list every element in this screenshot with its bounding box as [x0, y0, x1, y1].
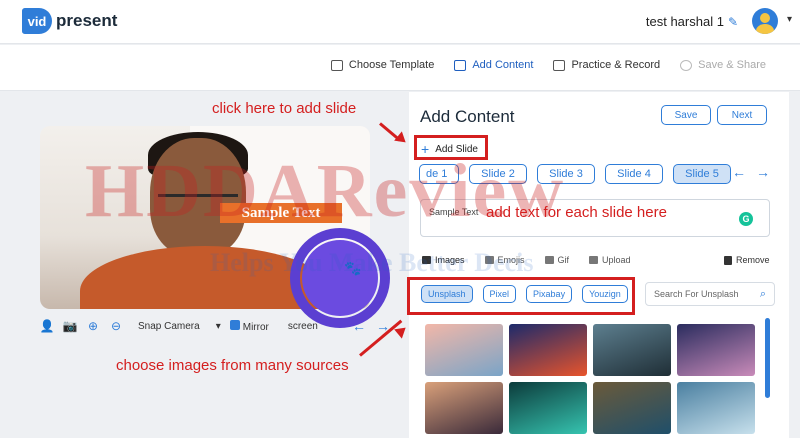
media-tab-gif[interactable]: Gif — [544, 255, 570, 265]
image-thumbnail[interactable] — [677, 382, 755, 434]
remove-label: Remove — [736, 255, 770, 265]
logo-text: present — [56, 11, 118, 30]
step-1[interactable]: Choose Template — [330, 59, 435, 71]
top-bar: vid present test harshal 1 ✎ ▾ — [0, 0, 800, 44]
search-icon[interactable]: ⌕ — [760, 288, 766, 301]
step-label: Practice & Record — [571, 59, 661, 71]
image-thumbnail[interactable] — [593, 324, 671, 376]
grammarly-icon[interactable]: G — [739, 212, 753, 226]
arrow-right-icon[interactable]: → — [756, 164, 770, 180]
step-icon — [680, 59, 693, 71]
logo-mark: vid — [22, 8, 52, 34]
user-icon[interactable]: 👤 — [40, 319, 55, 333]
step-label: Choose Template — [348, 59, 435, 71]
scrollbar[interactable] — [765, 318, 770, 398]
camera-icon[interactable]: 📷 — [63, 319, 78, 333]
trash-icon — [724, 255, 732, 265]
annotation-add-slide: click here to add slide — [212, 100, 357, 117]
save-button[interactable]: Save — [661, 105, 711, 125]
steps-bar: Choose Template Add Content Practice & Rec… — [0, 45, 800, 91]
image-thumbnail[interactable] — [509, 382, 587, 434]
image-thumbnail[interactable] — [677, 324, 755, 376]
steps-nav: Choose Template Add Content Practice & Rec… — [330, 59, 766, 71]
arrow-left-icon[interactable]: ← — [352, 318, 366, 334]
user-menu[interactable]: test harshal 1 ✎ — [646, 14, 738, 29]
step-label: Add Content — [472, 59, 534, 71]
mirror-label: Mirror — [242, 321, 269, 333]
mirror-toggle[interactable]: Mirror — [229, 319, 269, 333]
step-2[interactable]: Add Content — [454, 59, 533, 71]
annotation-add-text: add text for each slide here — [486, 204, 667, 221]
image-grid — [425, 324, 761, 434]
media-tab-label: Upload — [602, 255, 631, 265]
zoom-out-icon[interactable]: ⊖ — [109, 319, 123, 333]
camera-source-value: Snap Camera — [138, 320, 200, 332]
watermark: HDDAReview — [85, 149, 566, 233]
remove-button[interactable]: Remove — [724, 255, 770, 265]
watermark-subtitle: Helps You Make Better Decis — [210, 248, 534, 277]
chevron-down-icon: ▾ — [215, 320, 221, 332]
media-tab-upload[interactable]: Upload — [589, 255, 631, 265]
upload-icon — [589, 256, 599, 264]
image-thumbnail[interactable] — [509, 324, 587, 376]
zoom-in-icon[interactable]: ⊕ — [86, 319, 100, 333]
slide-tab[interactable]: Slide 5 — [673, 164, 731, 184]
annotation-images: choose images from many sources — [116, 357, 349, 374]
step-icon — [553, 59, 566, 71]
image-thumbnail[interactable] — [425, 324, 503, 376]
image-thumbnail[interactable] — [593, 382, 671, 434]
user-name: test harshal 1 — [645, 14, 724, 29]
gif-icon — [544, 256, 554, 264]
chevron-down-icon[interactable]: ▾ — [787, 14, 792, 25]
step-3[interactable]: Practice & Record — [553, 59, 660, 71]
annotation-box-sources — [407, 277, 635, 315]
page-title: Add Content — [420, 107, 515, 126]
annotation-arrowhead — [394, 131, 410, 148]
slide-nav: ← → — [732, 164, 770, 180]
media-tab-label: Gif — [557, 255, 570, 265]
image-thumbnail[interactable] — [425, 382, 503, 434]
logo[interactable]: vid present — [22, 8, 117, 34]
slide-tab[interactable]: Slide 4 — [605, 164, 663, 184]
camera-source-select[interactable]: Snap Camera ▾ — [138, 321, 221, 332]
avatar[interactable] — [752, 8, 778, 34]
image-search-input[interactable]: Search For Unsplash ⌕ — [645, 282, 775, 306]
step-4[interactable]: Save & Share — [680, 59, 766, 71]
step-icon — [330, 59, 343, 71]
pencil-icon[interactable]: ✎ — [728, 15, 738, 29]
search-placeholder: Search For Unsplash — [654, 289, 739, 299]
step-icon — [454, 59, 467, 71]
mirror-checkbox[interactable] — [229, 319, 240, 330]
screen-button[interactable]: screen — [288, 321, 318, 332]
camera-toolbar: 👤 📷 ⊕ ⊖ Snap Camera ▾ Mirror screen — [40, 315, 318, 337]
next-button[interactable]: Next — [717, 105, 767, 125]
arrow-left-icon[interactable]: ← — [732, 164, 746, 180]
annotation-box-add-slide — [414, 135, 488, 160]
step-label: Save & Share — [698, 59, 766, 71]
